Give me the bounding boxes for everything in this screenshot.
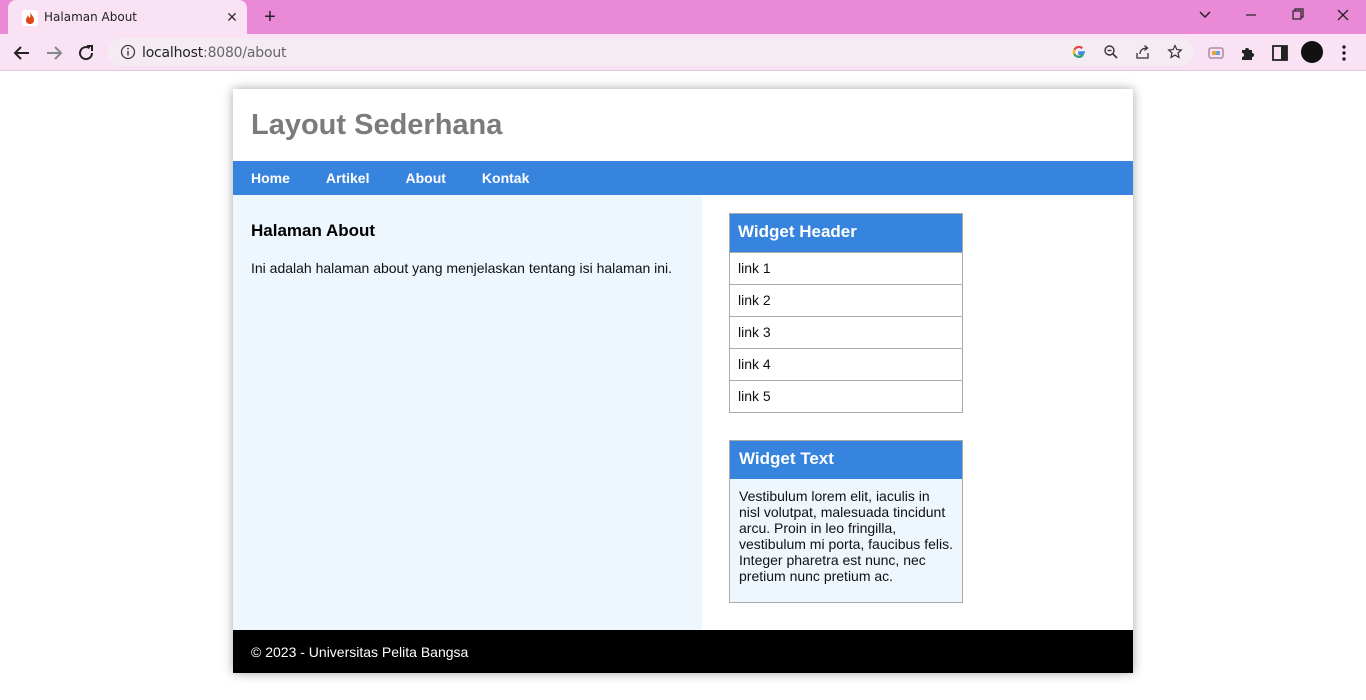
menu-kebab-icon[interactable] <box>1334 43 1354 63</box>
site-title: Layout Sederhana <box>251 109 503 141</box>
page-container: Layout Sederhana Home Artikel About Kont… <box>233 89 1133 673</box>
reload-icon[interactable] <box>74 41 98 65</box>
nav-home[interactable]: Home <box>251 170 290 186</box>
widget-header-title: Widget Header <box>730 214 962 252</box>
nav-kontak[interactable]: Kontak <box>482 170 529 186</box>
nav-artikel[interactable]: Artikel <box>326 170 370 186</box>
url-text: localhost:8080/about <box>142 45 287 61</box>
tab-search-chevron-icon[interactable] <box>1191 4 1219 26</box>
extension-app-icon[interactable] <box>1206 43 1226 63</box>
side-panel-icon[interactable] <box>1270 43 1290 63</box>
site-header: Layout Sederhana <box>233 89 1133 161</box>
browser-tab-bar: Halaman About ✕ + <box>0 0 1366 34</box>
sidebar: Widget Header link 1 link 2 link 3 link … <box>729 213 963 603</box>
site-nav: Home Artikel About Kontak <box>233 161 1133 195</box>
widget-links: Widget Header link 1 link 2 link 3 link … <box>729 213 963 413</box>
widget-link-5[interactable]: link 5 <box>730 380 962 412</box>
content-paragraph: Ini adalah halaman about yang menjelaska… <box>251 260 673 276</box>
main-content: Halaman About Ini adalah halaman about y… <box>233 195 702 630</box>
restore-icon[interactable] <box>1283 4 1311 26</box>
forward-arrow-icon[interactable] <box>42 41 66 65</box>
widget-link-2[interactable]: link 2 <box>730 284 962 316</box>
widget-link-4[interactable]: link 4 <box>730 348 962 380</box>
bookmark-star-icon[interactable] <box>1167 44 1183 60</box>
widget-text-body: Vestibulum lorem elit, iaculis in nisl v… <box>739 488 953 584</box>
site-info-icon[interactable] <box>120 44 136 60</box>
site-footer: © 2023 - Universitas Pelita Bangsa <box>233 630 1133 673</box>
tab-title: Halaman About <box>44 10 138 24</box>
content-heading: Halaman About <box>251 221 376 240</box>
zoom-icon[interactable] <box>1103 44 1119 60</box>
widget-link-3[interactable]: link 3 <box>730 316 962 348</box>
close-tab-icon[interactable]: ✕ <box>224 9 240 25</box>
widget-text: Widget Text Vestibulum lorem elit, iacul… <box>729 440 963 603</box>
extensions-puzzle-icon[interactable] <box>1238 43 1258 63</box>
address-bar[interactable]: localhost:8080/about <box>108 38 1194 66</box>
minimize-icon[interactable] <box>1237 4 1265 26</box>
nav-about[interactable]: About <box>405 170 445 186</box>
profile-avatar[interactable] <box>1301 41 1323 63</box>
widget-link-1[interactable]: link 1 <box>730 252 962 284</box>
back-arrow-icon[interactable] <box>10 41 34 65</box>
browser-toolbar: localhost:8080/about <box>0 34 1366 71</box>
widget-text-title: Widget Text <box>730 441 962 479</box>
new-tab-plus-icon[interactable]: + <box>258 6 282 30</box>
flame-favicon-icon <box>22 10 38 26</box>
google-icon[interactable] <box>1071 44 1087 60</box>
close-window-icon[interactable] <box>1329 4 1357 26</box>
share-icon[interactable] <box>1135 44 1151 60</box>
browser-tab-active[interactable]: Halaman About ✕ <box>8 0 247 34</box>
